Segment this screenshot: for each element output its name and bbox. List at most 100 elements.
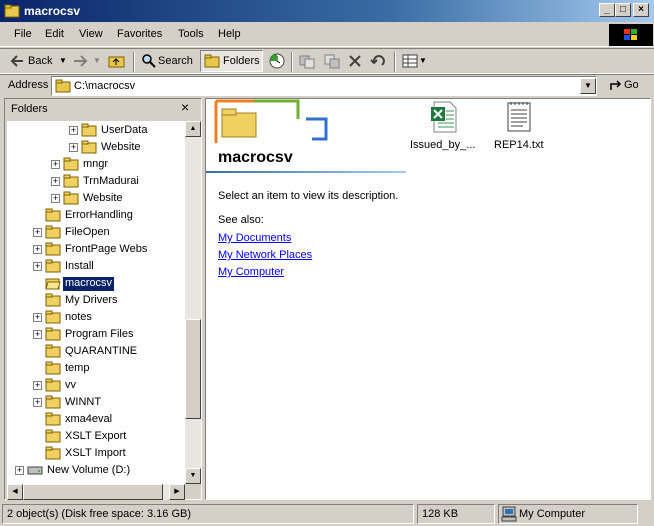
- tree-item-label: Program Files: [65, 328, 134, 340]
- scroll-right-button[interactable]: ▶: [169, 484, 185, 500]
- tree-item[interactable]: + WINNT: [7, 394, 187, 411]
- back-button[interactable]: Back: [28, 55, 52, 67]
- folder-icon: [63, 174, 79, 188]
- tree-item[interactable]: XSLT Import: [7, 445, 187, 462]
- folder-icon: [45, 259, 61, 273]
- close-button[interactable]: ×: [633, 3, 649, 17]
- status-bar: 2 object(s) (Disk free space: 3.16 GB) 1…: [0, 502, 654, 526]
- forward-dropdown-icon[interactable]: ▼: [93, 56, 101, 65]
- go-button[interactable]: Go: [624, 79, 639, 91]
- search-icon[interactable]: [141, 53, 157, 69]
- scroll-down-button[interactable]: ▼: [185, 468, 201, 484]
- views-dropdown-icon[interactable]: ▼: [419, 56, 427, 65]
- tree-item[interactable]: + New Volume (D:): [7, 462, 187, 479]
- menu-edit[interactable]: Edit: [45, 28, 64, 40]
- expand-toggle[interactable]: +: [69, 126, 78, 135]
- tree-item-label: ErrorHandling: [65, 209, 133, 221]
- tree-item[interactable]: + FrontPage Webs: [7, 241, 187, 258]
- folder-banner-icon: [214, 99, 328, 143]
- menu-view[interactable]: View: [79, 28, 103, 40]
- status-zone: My Computer: [498, 504, 638, 524]
- forward-arrow-icon[interactable]: [72, 54, 88, 68]
- expand-toggle[interactable]: +: [33, 245, 42, 254]
- expand-toggle[interactable]: +: [33, 228, 42, 237]
- link-my-computer[interactable]: My Computer: [218, 266, 284, 278]
- link-my-documents[interactable]: My Documents: [218, 232, 291, 244]
- tree-item[interactable]: + notes: [7, 309, 187, 326]
- up-folder-icon[interactable]: [108, 53, 126, 69]
- tree-item[interactable]: + FileOpen: [7, 224, 187, 241]
- tree-item[interactable]: + mngr: [7, 156, 187, 173]
- expand-toggle[interactable]: +: [33, 330, 42, 339]
- copy-to-icon[interactable]: [323, 53, 341, 69]
- menu-file[interactable]: File: [14, 28, 32, 40]
- folders-button[interactable]: Folders: [200, 50, 263, 72]
- folder-icon: [81, 123, 97, 137]
- tree-item-label: FileOpen: [65, 226, 110, 238]
- expand-toggle[interactable]: +: [15, 466, 24, 475]
- link-my-network-places[interactable]: My Network Places: [218, 249, 312, 261]
- menu-tools[interactable]: Tools: [178, 28, 204, 40]
- tree-item[interactable]: temp: [7, 360, 187, 377]
- expand-toggle[interactable]: +: [51, 177, 60, 186]
- history-icon[interactable]: [268, 52, 286, 70]
- scroll-thumb[interactable]: [185, 319, 201, 419]
- maximize-button[interactable]: □: [615, 3, 631, 17]
- views-icon[interactable]: [402, 54, 418, 68]
- title-bar[interactable]: macrocsv _ □ ×: [0, 0, 654, 22]
- tree-item[interactable]: + Install: [7, 258, 187, 275]
- tree-item[interactable]: QUARANTINE: [7, 343, 187, 360]
- search-button[interactable]: Search: [158, 55, 193, 67]
- back-dropdown-icon[interactable]: ▼: [59, 56, 67, 65]
- menu-help[interactable]: Help: [218, 28, 241, 40]
- drive-icon: [27, 466, 43, 475]
- move-to-icon[interactable]: [298, 53, 316, 69]
- minimize-button[interactable]: _: [599, 3, 615, 17]
- undo-icon[interactable]: [370, 54, 388, 68]
- folder-icon: [45, 225, 61, 239]
- tree-item[interactable]: + Website: [7, 190, 187, 207]
- tree-item[interactable]: ErrorHandling: [7, 207, 187, 224]
- expand-toggle[interactable]: +: [51, 194, 60, 203]
- tree-item[interactable]: My Drivers: [7, 292, 187, 309]
- tree-item[interactable]: xma4eval: [7, 411, 187, 428]
- tree-item[interactable]: macrocsv: [7, 275, 187, 292]
- tree-item[interactable]: + TrnMadurai: [7, 173, 187, 190]
- tree-item-label: New Volume (D:): [47, 464, 131, 476]
- expand-toggle[interactable]: +: [69, 143, 78, 152]
- tree-item-label: XSLT Export: [65, 430, 127, 442]
- tree-item[interactable]: XSLT Export: [7, 428, 187, 445]
- tree-item[interactable]: + Program Files: [7, 326, 187, 343]
- tree-vertical-scrollbar[interactable]: ▲ ▼: [185, 121, 201, 484]
- expand-toggle[interactable]: +: [33, 262, 42, 271]
- address-dropdown-button[interactable]: ▼: [580, 78, 596, 94]
- folder-icon: [45, 429, 61, 443]
- tree-item[interactable]: + UserData: [7, 122, 187, 139]
- file-item[interactable]: Issued_by_...: [404, 101, 488, 153]
- file-name: Issued_by_...: [410, 139, 476, 151]
- delete-icon[interactable]: [348, 54, 362, 68]
- expand-toggle[interactable]: +: [33, 381, 42, 390]
- expand-toggle[interactable]: +: [51, 160, 60, 169]
- tree-item-label: My Drivers: [65, 294, 118, 306]
- scroll-up-button[interactable]: ▲: [185, 121, 201, 137]
- expand-toggle[interactable]: +: [33, 313, 42, 322]
- scroll-left-button[interactable]: ◀: [7, 484, 23, 500]
- menu-favorites[interactable]: Favorites: [117, 28, 162, 40]
- folder-icon: [55, 79, 71, 93]
- go-arrow-icon[interactable]: [608, 78, 624, 94]
- tree-item[interactable]: + Website: [7, 139, 187, 156]
- folder-icon: [45, 208, 61, 222]
- address-input[interactable]: C:\macrocsv ▼: [51, 76, 597, 96]
- file-item[interactable]: REP14.txt: [490, 101, 550, 153]
- back-arrow-icon[interactable]: [10, 54, 24, 68]
- folders-pane-close-button[interactable]: ×: [181, 99, 189, 115]
- folder-icon: [45, 310, 61, 324]
- tree-horizontal-scrollbar[interactable]: ◀ ▶: [7, 484, 185, 500]
- tree-item[interactable]: + vv: [7, 377, 187, 394]
- title-underline: [206, 171, 406, 173]
- expand-toggle[interactable]: +: [33, 398, 42, 407]
- tree-item-label: Website: [83, 192, 123, 204]
- scroll-thumb[interactable]: [23, 484, 163, 500]
- folders-pane: Folders × + UserData + Website + mngr + TrnMadu…: [4, 98, 202, 500]
